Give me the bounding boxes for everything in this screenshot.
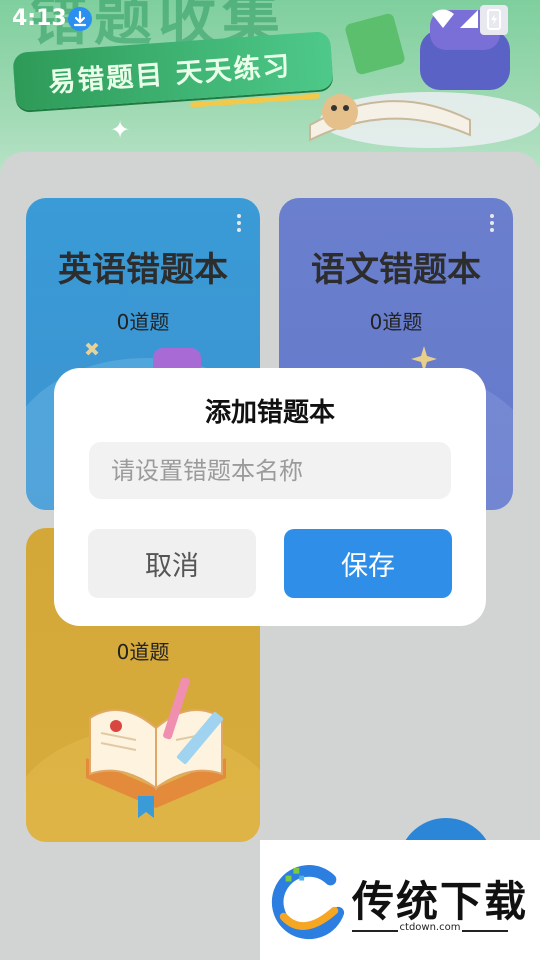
more-icon[interactable] [236, 214, 242, 234]
status-time: 4:13 [12, 6, 67, 31]
book-illustration [86, 678, 226, 818]
wifi-icon [432, 9, 454, 28]
signal-icon [460, 10, 478, 28]
card-count: 0道题 [116, 310, 170, 334]
ctdown-logo-icon [271, 865, 345, 940]
card-title: 语文错题本 [311, 250, 481, 290]
status-icons [432, 9, 501, 30]
save-button[interactable]: 保存 [284, 529, 452, 598]
banner-slogan: 易错题目 天天练习 [47, 50, 293, 99]
cancel-button[interactable]: 取消 [88, 529, 256, 598]
watermark-logo: 传统下载 ctdown.com [260, 840, 540, 960]
card-count: 0道题 [369, 310, 423, 334]
sparkle-icon: ✦ [110, 116, 131, 144]
watermark-brand: 传统下载 [352, 877, 529, 926]
status-bar: 4:13 [0, 0, 540, 36]
divider [462, 930, 508, 932]
dialog-title: 添加错题本 [204, 398, 335, 428]
notebook-name-input[interactable] [89, 442, 451, 499]
divider [352, 930, 398, 932]
card-title: 英语错题本 [58, 250, 228, 290]
more-icon[interactable] [489, 214, 495, 234]
download-icon [68, 7, 92, 31]
card-count: 0道题 [116, 640, 170, 664]
watermark-url: ctdown.com [399, 922, 461, 933]
add-notebook-dialog: 添加错题本 取消 保存 [54, 368, 486, 626]
